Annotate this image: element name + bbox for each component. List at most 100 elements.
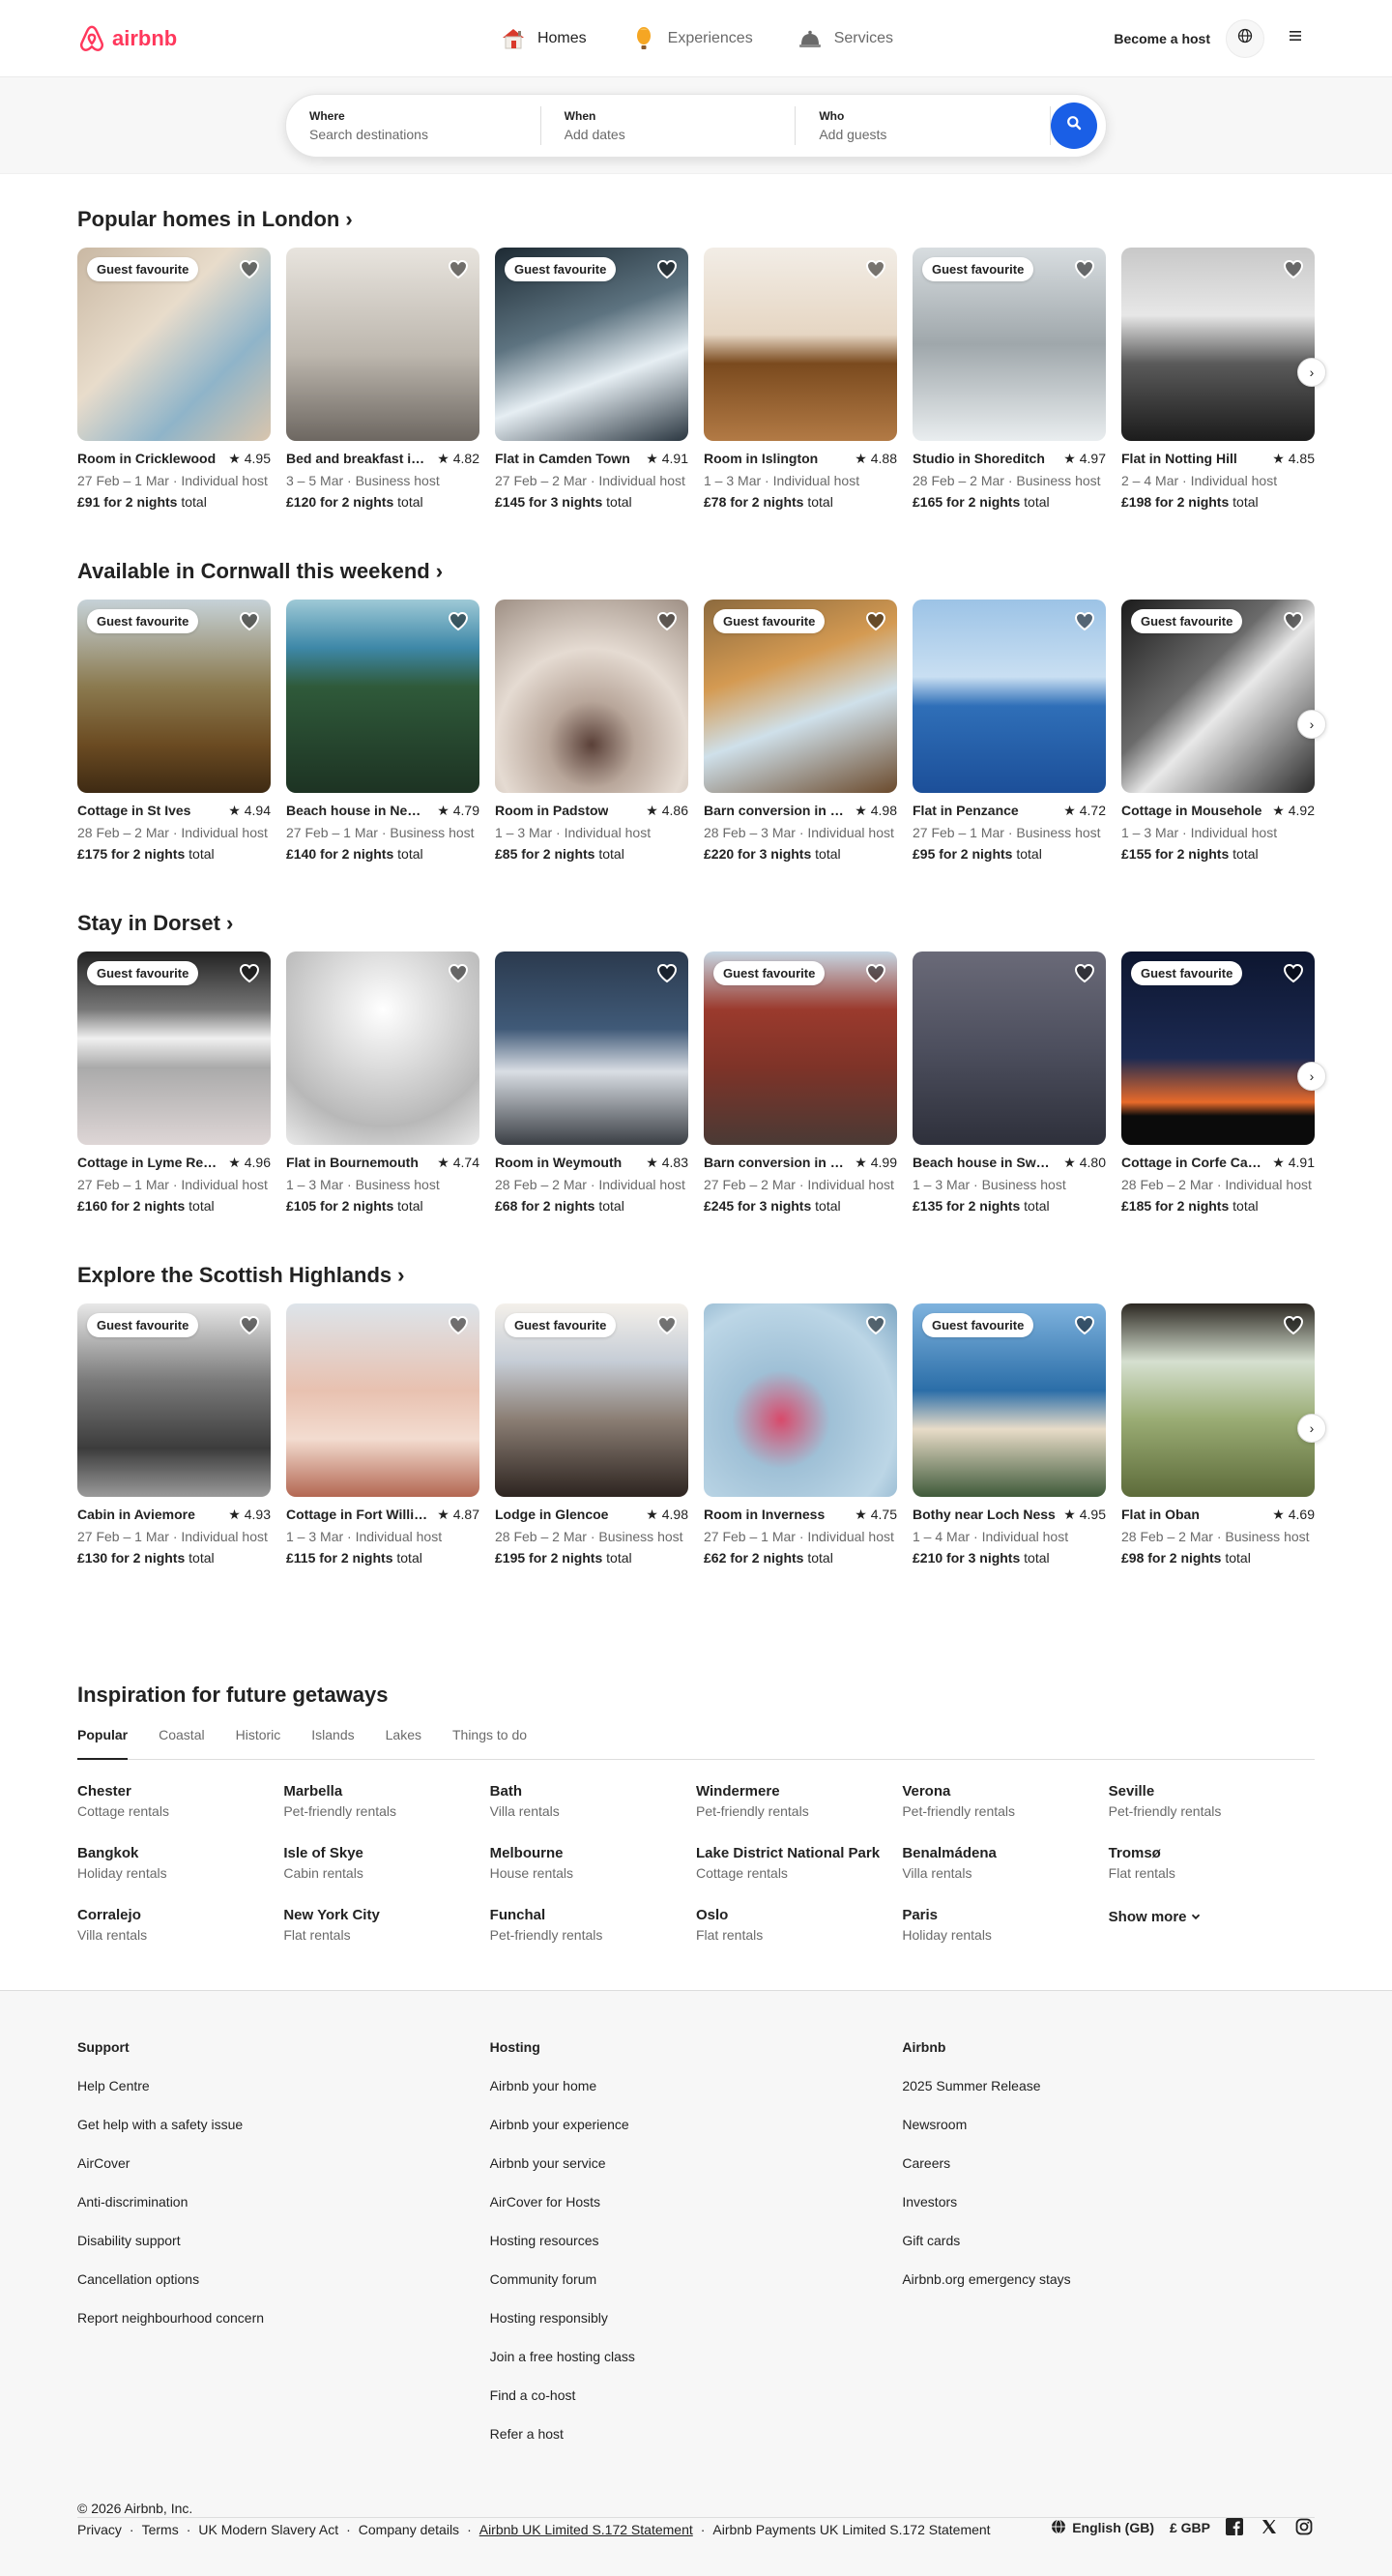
search-button[interactable] xyxy=(1051,102,1098,149)
listing-card[interactable]: Room in Islington ★ 4.88 1 – 3 Mar · Indiv… xyxy=(704,248,897,510)
listing-card[interactable]: Guest favourite Cottage in St Ives ★ 4.94 2… xyxy=(77,600,271,862)
footer-link[interactable]: Join a free hosting class xyxy=(490,2349,903,2387)
heart-icon[interactable] xyxy=(1073,609,1096,632)
heart-icon[interactable] xyxy=(238,1313,261,1336)
heart-icon[interactable] xyxy=(655,961,679,984)
heart-icon[interactable] xyxy=(655,1313,679,1336)
carousel-next-button[interactable]: › xyxy=(1297,710,1326,739)
when-input[interactable] xyxy=(564,126,772,142)
inspiration-destination[interactable]: Chester Cottage rentals xyxy=(77,1783,283,1826)
listing-card[interactable]: Guest favourite Cottage in Lyme Regis ★ 4.… xyxy=(77,951,271,1214)
footer-link[interactable]: Airbnb your experience xyxy=(490,2117,903,2155)
inspiration-destination[interactable]: Lake District National Park Cottage renta… xyxy=(696,1845,902,1888)
footer-link[interactable]: Airbnb.org emergency stays xyxy=(902,2271,1315,2310)
search-when[interactable]: When xyxy=(541,105,797,145)
inspiration-destination[interactable]: Seville Pet-friendly rentals xyxy=(1109,1783,1315,1826)
listing-photo[interactable]: Guest favourite xyxy=(913,1303,1106,1497)
search-who[interactable]: Who xyxy=(796,105,1052,145)
listing-card[interactable]: Beach house in Swanage ★ 4.80 1 – 3 Mar · … xyxy=(913,951,1106,1214)
listing-card[interactable]: Room in Inverness ★ 4.75 27 Feb – 1 Mar · … xyxy=(704,1303,897,1566)
heart-icon[interactable] xyxy=(1282,257,1305,280)
listing-card[interactable]: Room in Padstow ★ 4.86 1 – 3 Mar · Individ… xyxy=(495,600,688,862)
section-title-link[interactable]: Popular homes in London › xyxy=(77,205,353,234)
listing-card[interactable]: Cottage in Fort William ★ 4.87 1 – 3 Mar ·… xyxy=(286,1303,479,1566)
listing-photo[interactable] xyxy=(704,248,897,441)
listing-card[interactable]: Flat in Notting Hill ★ 4.85 2 – 4 Mar · In… xyxy=(1121,248,1315,510)
x-twitter-icon[interactable] xyxy=(1261,2518,1280,2537)
inspiration-tab[interactable]: Lakes xyxy=(386,1725,421,1759)
heart-icon[interactable] xyxy=(864,609,887,632)
footer-link[interactable]: Community forum xyxy=(490,2271,903,2310)
inspiration-tab[interactable]: Things to do xyxy=(452,1725,527,1759)
heart-icon[interactable] xyxy=(1073,257,1096,280)
section-title-link[interactable]: Available in Cornwall this weekend › xyxy=(77,557,443,586)
footer-link[interactable]: Find a co-host xyxy=(490,2387,903,2426)
inspiration-destination[interactable]: Paris Holiday rentals xyxy=(902,1907,1108,1949)
legal-link[interactable]: Airbnb UK Limited S.172 Statement xyxy=(479,2522,693,2537)
tab-homes[interactable]: Homes xyxy=(499,0,587,77)
listing-card[interactable]: Guest favourite Cabin in Aviemore ★ 4.93 27… xyxy=(77,1303,271,1566)
footer-link[interactable]: Cancellation options xyxy=(77,2271,490,2310)
heart-icon[interactable] xyxy=(655,257,679,280)
listing-card[interactable]: Bed and breakfast in Camden ★ 4.82 3 – 5 M… xyxy=(286,248,479,510)
footer-link[interactable]: Refer a host xyxy=(490,2426,903,2465)
heart-icon[interactable] xyxy=(1282,961,1305,984)
heart-icon[interactable] xyxy=(864,257,887,280)
listing-photo[interactable]: Guest favourite xyxy=(77,248,271,441)
listing-card[interactable]: Room in Weymouth ★ 4.83 28 Feb – 2 Mar · I… xyxy=(495,951,688,1214)
listing-photo[interactable] xyxy=(913,951,1106,1145)
footer-link[interactable]: Anti-discrimination xyxy=(77,2194,490,2233)
footer-link[interactable]: Hosting responsibly xyxy=(490,2310,903,2349)
footer-link[interactable]: Careers xyxy=(902,2155,1315,2194)
tab-experiences[interactable]: Experiences xyxy=(629,0,753,77)
heart-icon[interactable] xyxy=(864,961,887,984)
facebook-icon[interactable] xyxy=(1226,2518,1245,2537)
footer-link[interactable]: Airbnb your home xyxy=(490,2078,903,2117)
section-title-link[interactable]: Explore the Scottish Highlands › xyxy=(77,1261,404,1290)
inspiration-destination[interactable]: Marbella Pet-friendly rentals xyxy=(283,1783,489,1826)
listing-photo[interactable] xyxy=(495,600,688,793)
heart-icon[interactable] xyxy=(447,609,470,632)
legal-link[interactable]: Privacy xyxy=(77,2522,122,2537)
listing-card[interactable]: Guest favourite Room in Cricklewood ★ 4.95… xyxy=(77,248,271,510)
footer-link[interactable]: Hosting resources xyxy=(490,2233,903,2271)
heart-icon[interactable] xyxy=(1073,961,1096,984)
listing-photo[interactable] xyxy=(1121,1303,1315,1497)
tab-services[interactable]: Services xyxy=(796,0,893,77)
listing-photo[interactable]: Guest favourite xyxy=(77,951,271,1145)
inspiration-destination[interactable]: Isle of Skye Cabin rentals xyxy=(283,1845,489,1888)
footer-link[interactable]: Disability support xyxy=(77,2233,490,2271)
inspiration-tab[interactable]: Coastal xyxy=(159,1725,204,1759)
listing-photo[interactable] xyxy=(495,951,688,1145)
heart-icon[interactable] xyxy=(447,257,470,280)
inspiration-destination[interactable]: Bath Villa rentals xyxy=(490,1783,696,1826)
legal-link[interactable]: Terms xyxy=(142,2522,179,2537)
footer-link[interactable]: AirCover xyxy=(77,2155,490,2194)
legal-link[interactable]: Company details xyxy=(359,2522,459,2537)
listing-photo[interactable]: Guest favourite xyxy=(77,600,271,793)
carousel-next-button[interactable]: › xyxy=(1297,358,1326,387)
listing-card[interactable]: Guest favourite Flat in Camden Town ★ 4.91… xyxy=(495,248,688,510)
footer-link[interactable]: Help Centre xyxy=(77,2078,490,2117)
carousel-next-button[interactable]: › xyxy=(1297,1414,1326,1443)
search-where[interactable]: Where xyxy=(286,105,541,145)
legal-link[interactable]: UK Modern Slavery Act xyxy=(198,2522,338,2537)
listing-photo[interactable] xyxy=(913,600,1106,793)
inspiration-destination[interactable]: Oslo Flat rentals xyxy=(696,1907,902,1949)
currency-selector[interactable]: £ GBP xyxy=(1170,2520,1210,2535)
inspiration-destination[interactable]: Corralejo Villa rentals xyxy=(77,1907,283,1949)
heart-icon[interactable] xyxy=(655,609,679,632)
listing-photo[interactable]: Guest favourite xyxy=(77,1303,271,1497)
heart-icon[interactable] xyxy=(1282,1313,1305,1336)
listing-card[interactable]: Guest favourite Cottage in Corfe Castle ★ … xyxy=(1121,951,1315,1214)
heart-icon[interactable] xyxy=(238,961,261,984)
inspiration-destination[interactable]: Benalmádena Villa rentals xyxy=(902,1845,1108,1888)
listing-photo[interactable] xyxy=(704,1303,897,1497)
inspiration-destination[interactable]: Windermere Pet-friendly rentals xyxy=(696,1783,902,1826)
inspiration-destination[interactable]: Verona Pet-friendly rentals xyxy=(902,1783,1108,1826)
listing-card[interactable]: Flat in Penzance ★ 4.72 27 Feb – 1 Mar · B… xyxy=(913,600,1106,862)
listing-photo[interactable]: Guest favourite xyxy=(1121,951,1315,1145)
listing-card[interactable]: Guest favourite Lodge in Glencoe ★ 4.98 28 … xyxy=(495,1303,688,1566)
inspiration-tab[interactable]: Popular xyxy=(77,1725,129,1760)
legal-link[interactable]: Airbnb Payments UK Limited S.172 Stateme… xyxy=(712,2522,990,2537)
